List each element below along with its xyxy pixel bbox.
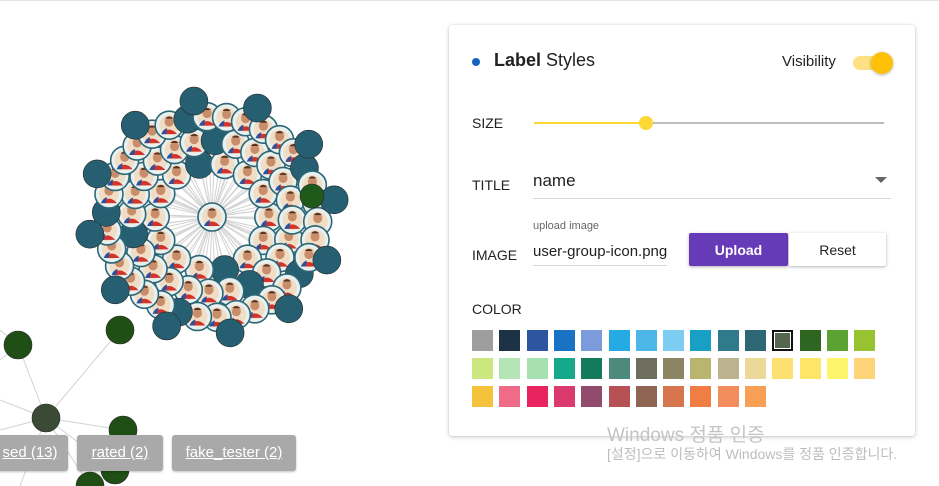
color-swatch[interactable] [854, 358, 876, 379]
graph-node[interactable] [152, 311, 181, 341]
color-swatch[interactable] [690, 386, 712, 407]
color-swatch[interactable] [526, 358, 548, 379]
color-swatch[interactable] [663, 358, 685, 379]
color-swatch[interactable] [608, 330, 630, 351]
color-swatch[interactable] [826, 358, 848, 379]
color-swatch[interactable] [745, 330, 766, 351]
graph-node[interactable] [312, 245, 342, 275]
graph-node[interactable] [31, 403, 61, 433]
color-swatch[interactable] [581, 386, 603, 407]
graph-node[interactable] [179, 86, 209, 116]
panel-title-rest: Styles [546, 50, 596, 70]
activation-watermark-text: [설정]으로 이동하여 Windows를 정품 인증합니다. [607, 446, 898, 462]
graph-node[interactable] [75, 219, 105, 249]
header-dot-icon [472, 58, 480, 66]
color-swatch[interactable] [499, 386, 521, 407]
color-swatch[interactable] [826, 330, 848, 351]
title-select[interactable]: name [533, 170, 891, 199]
image-filename-input[interactable] [533, 237, 667, 266]
color-swatch[interactable] [635, 386, 657, 407]
color-swatch[interactable] [472, 358, 493, 379]
color-swatch[interactable] [553, 330, 575, 351]
graph-node[interactable] [100, 275, 130, 305]
graph-node[interactable] [319, 185, 349, 215]
toggle-knob[interactable] [871, 52, 893, 74]
color-swatch[interactable] [690, 330, 712, 351]
user-avatar-node[interactable] [277, 205, 308, 235]
color-swatch[interactable] [526, 330, 548, 351]
visibility-label: Visibility [782, 53, 836, 70]
graph-node[interactable] [3, 330, 33, 360]
graph-node[interactable] [243, 93, 272, 123]
panel-title-bold: Label [494, 50, 542, 70]
tag-fake-tester[interactable]: fake_tester (2) [172, 435, 296, 471]
color-label: COLOR [472, 301, 522, 317]
color-swatch[interactable] [745, 358, 766, 379]
color-swatch[interactable] [854, 330, 876, 351]
activation-watermark-title: Windows 정품 인증 [607, 425, 765, 446]
color-swatch[interactable] [799, 330, 821, 351]
color-swatch[interactable] [553, 386, 575, 407]
panel-title: Label Styles [494, 50, 595, 71]
label-styles-panel: Label Styles Visibility SIZE TITLE name … [449, 25, 915, 436]
color-swatch[interactable] [717, 358, 739, 379]
graph-edge [45, 329, 121, 419]
graph-node[interactable] [294, 129, 324, 159]
size-label: SIZE [472, 115, 504, 131]
color-swatch[interactable] [717, 386, 739, 407]
color-swatch[interactable] [581, 330, 603, 351]
color-swatch[interactable] [799, 358, 821, 379]
color-swatch[interactable] [717, 330, 739, 351]
color-swatch[interactable] [608, 386, 630, 407]
title-select-value: name [533, 171, 576, 190]
image-label: IMAGE [472, 247, 518, 263]
visibility-toggle[interactable] [851, 52, 893, 74]
color-swatch[interactable] [745, 386, 766, 407]
graph-node[interactable] [215, 318, 245, 348]
size-slider[interactable] [534, 115, 884, 131]
color-swatch[interactable] [472, 330, 493, 351]
color-swatch[interactable] [608, 358, 630, 379]
tag-rated[interactable]: rated (2) [77, 435, 163, 471]
color-swatch[interactable] [635, 358, 657, 379]
graph-node[interactable] [120, 110, 150, 140]
caret-down-icon [875, 177, 887, 183]
color-swatch[interactable] [526, 386, 548, 407]
graph-node[interactable] [299, 183, 325, 209]
tag-used[interactable]: sed (13) [0, 435, 68, 471]
color-swatch[interactable] [663, 386, 685, 407]
graph-node[interactable] [75, 471, 105, 486]
slider-thumb[interactable] [639, 116, 653, 130]
title-label: TITLE [472, 177, 511, 193]
color-swatch[interactable] [772, 330, 794, 351]
color-swatch[interactable] [581, 358, 603, 379]
color-swatch[interactable] [499, 330, 521, 351]
color-swatch[interactable] [635, 330, 657, 351]
graph-node[interactable] [105, 315, 135, 345]
upload-image-hint: upload image [533, 220, 600, 232]
color-swatch[interactable] [663, 330, 685, 351]
color-swatch[interactable] [499, 358, 521, 379]
color-swatch[interactable] [472, 386, 493, 407]
color-swatch[interactable] [553, 358, 575, 379]
slider-fill [534, 122, 646, 124]
upload-button[interactable]: Upload [689, 233, 788, 266]
color-swatch[interactable] [772, 358, 794, 379]
graph-node[interactable] [274, 294, 304, 324]
color-swatch[interactable] [690, 358, 712, 379]
user-avatar-node[interactable] [197, 202, 227, 232]
graph-canvas[interactable] [0, 0, 450, 486]
reset-button[interactable]: Reset [789, 233, 886, 266]
graph-node[interactable] [82, 159, 112, 189]
